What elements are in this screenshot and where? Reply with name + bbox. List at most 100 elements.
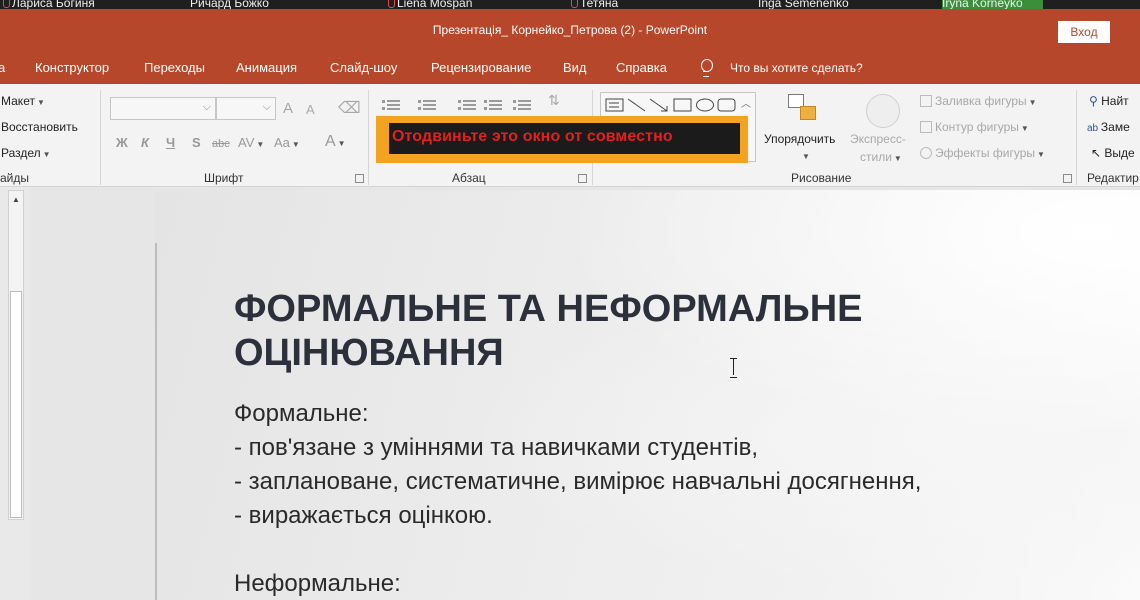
quick-styles-button[interactable]: Экспресс- (850, 132, 906, 146)
group-label-font: Шрифт (204, 171, 244, 185)
tab-review[interactable]: Рецензирование (431, 60, 531, 75)
text-shadow-button[interactable]: S (192, 135, 201, 150)
select-button[interactable]: ↖ Выде (1091, 146, 1135, 160)
shape-effects-button[interactable]: Эффекты фигуры ▼ (920, 146, 1045, 160)
group-label-editing: Редактир (1087, 171, 1139, 185)
textbox-shape-icon[interactable] (605, 98, 625, 112)
ribbon-separator (368, 90, 369, 185)
scroll-up-icon[interactable]: ▲ (12, 195, 20, 204)
replace-icon: ab (1087, 123, 1101, 134)
numbering-icon[interactable] (418, 98, 436, 112)
participant-name: Тетяна (580, 0, 619, 9)
font-color-button[interactable]: A ▼ (325, 133, 346, 151)
shape-fill-button[interactable]: Заливка фигуры ▼ (920, 94, 1037, 108)
gallery-scroll-up-icon[interactable]: ︿ (741, 95, 751, 110)
chevron-down-icon: ▼ (36, 98, 45, 107)
participant-tile[interactable]: Тетяна (568, 0, 618, 9)
oval-shape-icon[interactable] (695, 98, 715, 112)
screen-share-warning-banner[interactable]: Отодвиньте это окно от совместно (376, 116, 748, 163)
tab-view[interactable]: Вид (563, 60, 587, 75)
arrange-button[interactable]: Упорядочить (764, 132, 835, 146)
group-label-paragraph: Абзац (452, 171, 486, 185)
chevron-down-icon: ▼ (291, 140, 300, 149)
shape-outline-label: Контур фигуры (935, 120, 1019, 134)
increase-font-button[interactable]: A (283, 100, 293, 117)
shape-outline-button[interactable]: Контур фигуры ▼ (920, 120, 1029, 134)
thumbnails-scrollbar[interactable]: ▲ (8, 190, 24, 520)
ribbon-separator (100, 90, 101, 185)
window-title: Презентація_ Корнейко_Петрова (2) - Powe… (432, 23, 708, 37)
slide-title-line: ФОРМАЛЬНЕ ТА НЕФОРМАЛЬНЕ (234, 288, 863, 330)
line-spacing-icon[interactable] (513, 98, 531, 112)
tab-animations[interactable]: Анимация (236, 60, 297, 75)
chevron-down-icon: ▼ (42, 150, 51, 159)
line-shape-icon[interactable] (627, 98, 647, 112)
sign-in-button[interactable]: Вход (1058, 21, 1110, 43)
bullets-icon[interactable] (382, 98, 400, 112)
slide-body-text[interactable]: Формальне: - пов'язане з уміннями та нав… (234, 397, 921, 600)
participant-tile[interactable]: Inga Semenenko (758, 0, 849, 9)
font-family-combo[interactable]: ⌵ (110, 97, 216, 120)
body-line: Формальне: (234, 400, 369, 427)
powerpoint-window: Лариса Богиня Ричард Божко Liena Mospan … (0, 0, 1140, 600)
share-banner-text: Отодвиньте это окно от совместно (392, 128, 673, 145)
participant-tile-active[interactable]: Iryna Korneyko (942, 0, 1043, 9)
chevron-down-icon: ▼ (1028, 98, 1037, 107)
title-bar: Презентація_ Корнейко_Петрова (2) - Powe… (0, 9, 1140, 53)
increase-indent-icon[interactable] (484, 98, 502, 112)
scrollbar-thumb[interactable] (10, 291, 22, 518)
tab-transitions[interactable]: Переходы (144, 60, 205, 75)
rounded-rectangle-shape-icon[interactable] (717, 98, 737, 112)
find-button[interactable]: ⚲ Найт (1089, 94, 1129, 108)
tab-slideshow[interactable]: Слайд-шоу (330, 60, 397, 75)
participant-tile[interactable]: Лариса Богиня (0, 0, 95, 9)
drawing-dialog-launcher-icon[interactable] (1063, 174, 1072, 183)
decrease-indent-icon[interactable] (458, 98, 476, 112)
tell-me-search[interactable]: Что вы хотите сделать? (730, 61, 863, 75)
tab-design-partial[interactable]: а (0, 60, 5, 75)
arrow-shape-icon[interactable] (649, 98, 669, 112)
font-size-combo[interactable]: ⌵ (216, 97, 276, 120)
quick-styles-button-line2[interactable]: стили ▼ (860, 150, 902, 164)
participant-name: Inga Semenenko (758, 0, 849, 9)
replace-label: Заме (1100, 120, 1130, 134)
quick-styles-label: стили (860, 150, 892, 164)
tab-help[interactable]: Справка (616, 60, 667, 75)
select-label: Выде (1104, 146, 1135, 160)
chevron-down-icon: ▼ (1020, 124, 1029, 133)
strikethrough-button[interactable]: abc (212, 138, 230, 150)
font-dialog-launcher-icon[interactable] (355, 174, 364, 183)
character-spacing-button[interactable]: AV ▼ (238, 135, 264, 150)
clear-formatting-icon[interactable]: ⌫ (338, 98, 361, 118)
tab-designer[interactable]: Конструктор (35, 60, 109, 75)
section-label: Раздел (1, 146, 41, 160)
section-button[interactable]: Раздел ▼ (1, 146, 51, 160)
text-direction-icon[interactable]: ⇅ (548, 92, 560, 109)
change-case-button[interactable]: Aa ▼ (274, 135, 300, 150)
bold-button[interactable]: Ж (116, 135, 128, 150)
decrease-font-button[interactable]: A (306, 102, 315, 117)
effects-icon (920, 147, 932, 159)
search-icon: ⚲ (1089, 94, 1102, 108)
participant-tile[interactable]: Ричард Божко (190, 0, 269, 9)
replace-button[interactable]: ab Заме (1087, 120, 1130, 134)
slide-title[interactable]: ФОРМАЛЬНЕ ТА НЕФОРМАЛЬНЕ ОЦІНЮВАННЯ (234, 287, 1034, 375)
reset-button[interactable]: Восстановить (1, 120, 78, 134)
body-line (234, 533, 921, 567)
participant-tile[interactable]: Liena Mospan (385, 0, 472, 9)
paint-bucket-icon (920, 95, 932, 107)
share-banner-inner: Отодвиньте это окно от совместно (389, 123, 740, 154)
underline-button[interactable]: Ч (166, 135, 175, 150)
paragraph-dialog-launcher-icon[interactable] (578, 174, 587, 183)
body-line: - заплановане, систематичне, вимірює нав… (234, 468, 922, 495)
text-cursor-icon (729, 358, 739, 378)
rectangle-shape-icon[interactable] (673, 98, 693, 112)
mic-muted-icon (0, 0, 12, 9)
slide-edge (155, 243, 157, 600)
case-label: Aa (274, 135, 290, 150)
participant-name: Лариса Богиня (12, 0, 95, 9)
pencil-icon (920, 121, 932, 133)
layout-button[interactable]: Макет ▼ (1, 94, 45, 108)
italic-button[interactable]: К (141, 135, 149, 150)
shape-effects-label: Эффекты фигуры (935, 146, 1036, 160)
